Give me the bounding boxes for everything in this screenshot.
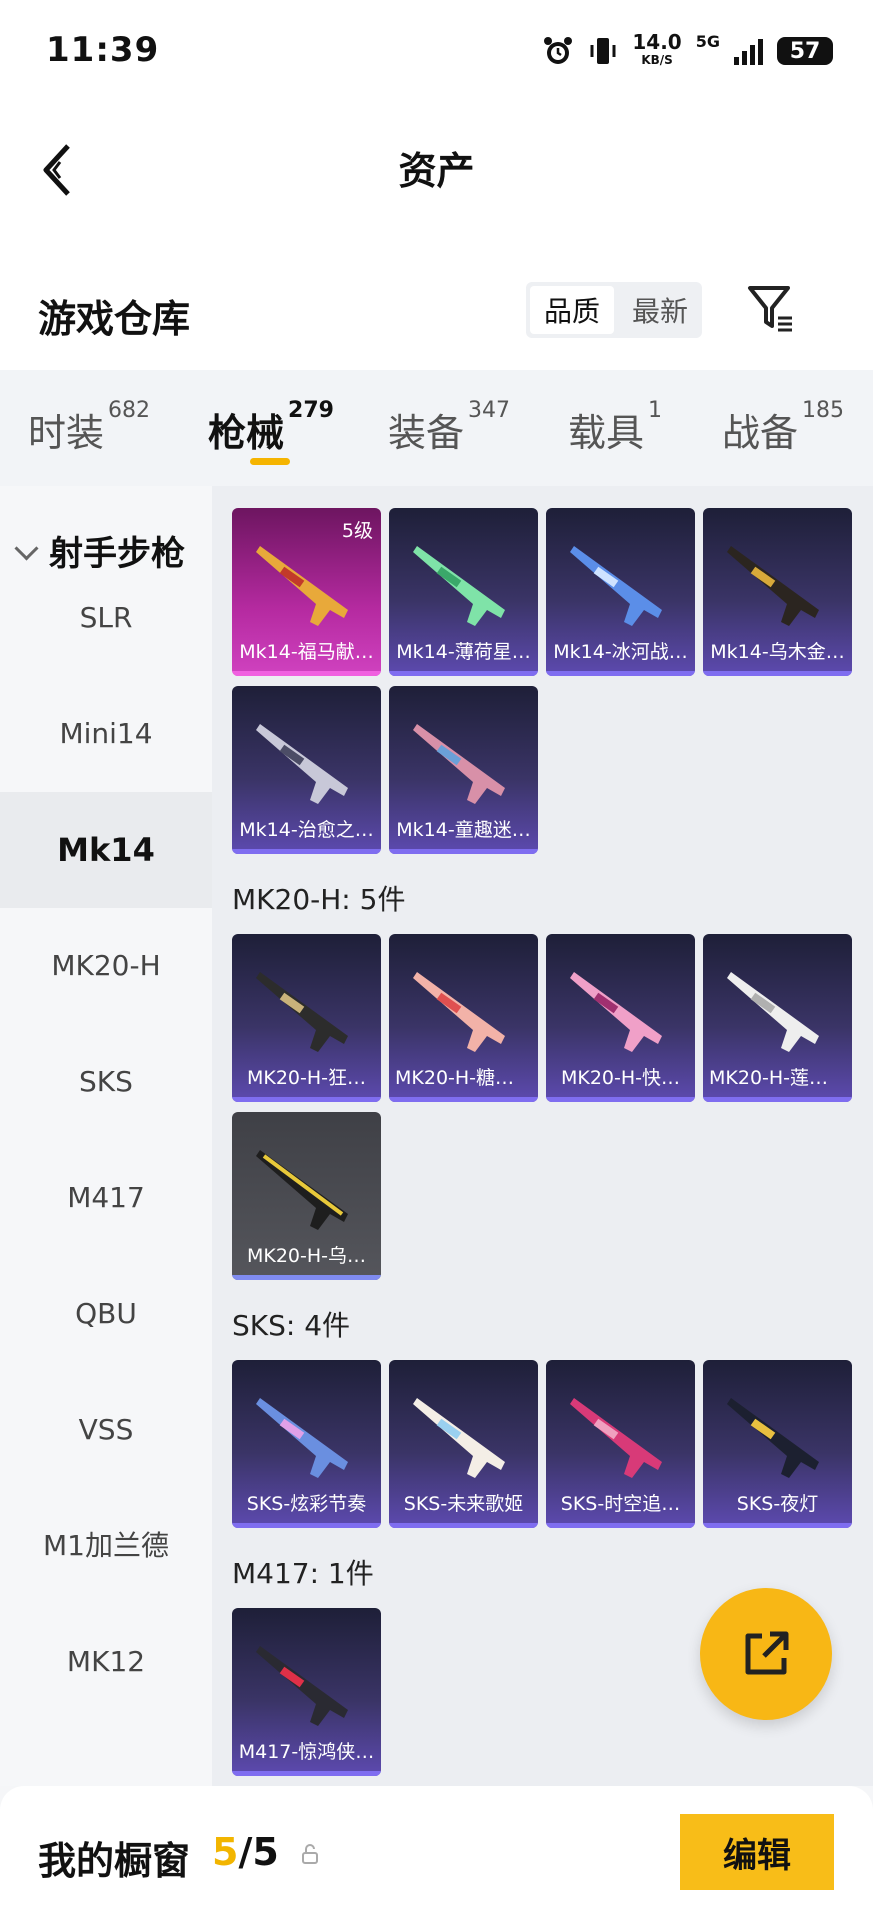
sidebar-item-mk20h[interactable]: MK20-H — [0, 908, 212, 1024]
sort-quality[interactable]: 品质 — [530, 286, 614, 334]
sort-toggle: 品质 最新 — [526, 282, 702, 338]
sort-newest[interactable]: 最新 — [618, 282, 702, 338]
tab-gear[interactable]: 战备185 — [722, 398, 844, 457]
weapon-name: SKS-夜灯 — [736, 1493, 819, 1515]
weapon-card[interactable]: Mk14-童趣迷… — [389, 686, 538, 854]
share-icon — [745, 1631, 789, 1675]
showcase-title: 我的橱窗 — [38, 1839, 191, 1883]
weapon-name: SKS-时空追… — [560, 1493, 681, 1515]
weapon-card[interactable]: Mk14-冰河战… — [546, 508, 695, 676]
alarm-icon — [544, 37, 573, 64]
showcase-count: 5/5 — [212, 1830, 279, 1874]
weapon-card[interactable]: MK20-H-糖糖… — [389, 934, 538, 1102]
tab-guns[interactable]: 枪械279 — [208, 398, 334, 457]
active-tab-indicator — [250, 458, 290, 465]
network-type: 5G — [695, 31, 720, 51]
chevron-down-icon — [14, 536, 39, 561]
weapon-name: Mk14-冰河战… — [553, 641, 688, 663]
weapon-skin-image — [413, 972, 505, 1052]
weapon-name: MK20-H-糖糖… — [395, 1067, 532, 1089]
weapon-type-sidebar: 射手步枪 SLR Mini14 Mk14 MK20-H SKS M417 QBU… — [0, 486, 212, 1786]
warehouse-header: 游戏仓库 品质 最新 — [0, 230, 873, 370]
weapon-skin-image — [727, 1398, 819, 1478]
sidebar-item-sks[interactable]: SKS — [0, 1024, 212, 1140]
nav-bar: 资产 — [0, 100, 873, 230]
weapon-skin-image — [413, 724, 505, 804]
sidebar-item-mini14[interactable]: Mini14 — [0, 676, 212, 792]
section-heading: MK20-H: 5件 — [232, 883, 406, 916]
tab-equipment[interactable]: 装备347 — [388, 398, 510, 457]
vibrate-icon — [590, 38, 616, 64]
weapon-card[interactable]: SKS-炫彩节奏 — [232, 1360, 381, 1528]
weapon-skin-image — [413, 1398, 505, 1478]
level-badge: 5级 — [341, 520, 373, 542]
filter-icon[interactable] — [746, 284, 796, 334]
weapon-name: Mk14-薄荷星… — [396, 641, 531, 663]
weapon-card[interactable]: SKS-夜灯 — [703, 1360, 852, 1528]
warehouse-title: 游戏仓库 — [38, 297, 191, 341]
sidebar-item-m1-garand[interactable]: M1加兰德 — [0, 1488, 212, 1604]
page-title: 资产 — [398, 149, 475, 193]
status-bar: 11:39 14.0 KB/S 5G 57 — [0, 0, 873, 100]
weapon-card[interactable]: MK20-H-乌… — [232, 1112, 381, 1280]
weapon-skin-image — [256, 1646, 348, 1726]
status-time: 11:39 — [46, 30, 160, 70]
weapon-name: MK20-H-乌… — [246, 1245, 367, 1267]
weapon-card[interactable]: Mk14-薄荷星… — [389, 508, 538, 676]
category-tabs: 时装682 枪械279 装备347 载具1 战备185 — [0, 370, 873, 486]
weapon-name: MK20-H-快… — [560, 1067, 681, 1089]
lock-icon — [302, 1844, 318, 1864]
section-heading: SKS: 4件 — [232, 1309, 351, 1342]
weapon-card[interactable]: SKS-时空追… — [546, 1360, 695, 1528]
net-speed: 14.0 KB/S — [632, 30, 682, 67]
weapon-card[interactable]: MK20-H-狂… — [232, 934, 381, 1102]
weapon-card[interactable]: MK20-H-莲影… — [703, 934, 852, 1102]
weapon-name: Mk14-治愈之… — [239, 819, 374, 841]
weapon-skin-image — [570, 546, 662, 626]
weapon-card[interactable]: MK20-H-快… — [546, 934, 695, 1102]
weapon-skin-image — [727, 972, 819, 1052]
showcase-footer: 我的橱窗 5/5 编辑 — [0, 1786, 873, 1920]
sidebar-item-slr[interactable]: SLR — [0, 560, 212, 676]
weapon-card[interactable]: M417-惊鸿侠… — [232, 1608, 381, 1776]
sidebar-item-m417[interactable]: M417 — [0, 1140, 212, 1256]
weapon-name: Mk14-福马献… — [239, 641, 374, 663]
weapon-skin-image — [256, 1150, 348, 1230]
share-button[interactable] — [700, 1588, 832, 1720]
weapon-skin-image — [256, 724, 348, 804]
weapon-card[interactable]: Mk14-乌木金… — [703, 508, 852, 676]
weapon-skin-image — [256, 1398, 348, 1478]
sidebar-item-mk14[interactable]: Mk14 — [0, 792, 212, 908]
weapon-name: Mk14-乌木金… — [710, 641, 845, 663]
weapon-skin-image — [727, 546, 819, 626]
weapon-name: M417-惊鸿侠… — [238, 1741, 375, 1763]
weapon-skin-image — [256, 972, 348, 1052]
signal-icon — [734, 37, 763, 65]
weapon-skin-image — [570, 1398, 662, 1478]
weapon-card[interactable]: Mk14-治愈之… — [232, 686, 381, 854]
weapon-card[interactable]: SKS-未来歌姬 — [389, 1360, 538, 1528]
tab-fashion[interactable]: 时装682 — [28, 398, 150, 457]
edit-button[interactable]: 编辑 — [680, 1814, 834, 1890]
status-icons: 14.0 KB/S 5G 57 — [542, 26, 833, 76]
weapon-name: MK20-H-狂… — [246, 1067, 367, 1089]
battery-icon: 57 — [777, 37, 833, 65]
weapon-name: Mk14-童趣迷… — [396, 819, 531, 841]
weapon-card[interactable]: 5级 Mk14-福马献… — [232, 508, 381, 676]
sidebar-item-qbu[interactable]: QBU — [0, 1256, 212, 1372]
weapon-name: MK20-H-莲影… — [709, 1067, 846, 1089]
sidebar-item-vss[interactable]: VSS — [0, 1372, 212, 1488]
weapon-name: SKS-未来歌姬 — [403, 1493, 524, 1515]
weapon-skin-image — [413, 546, 505, 626]
weapon-skin-image — [570, 972, 662, 1052]
tab-vehicles[interactable]: 载具1 — [568, 398, 662, 457]
section-heading: M417: 1件 — [232, 1557, 374, 1590]
weapon-name: SKS-炫彩节奏 — [246, 1493, 367, 1515]
sidebar-item-mk12[interactable]: MK12 — [0, 1604, 212, 1720]
